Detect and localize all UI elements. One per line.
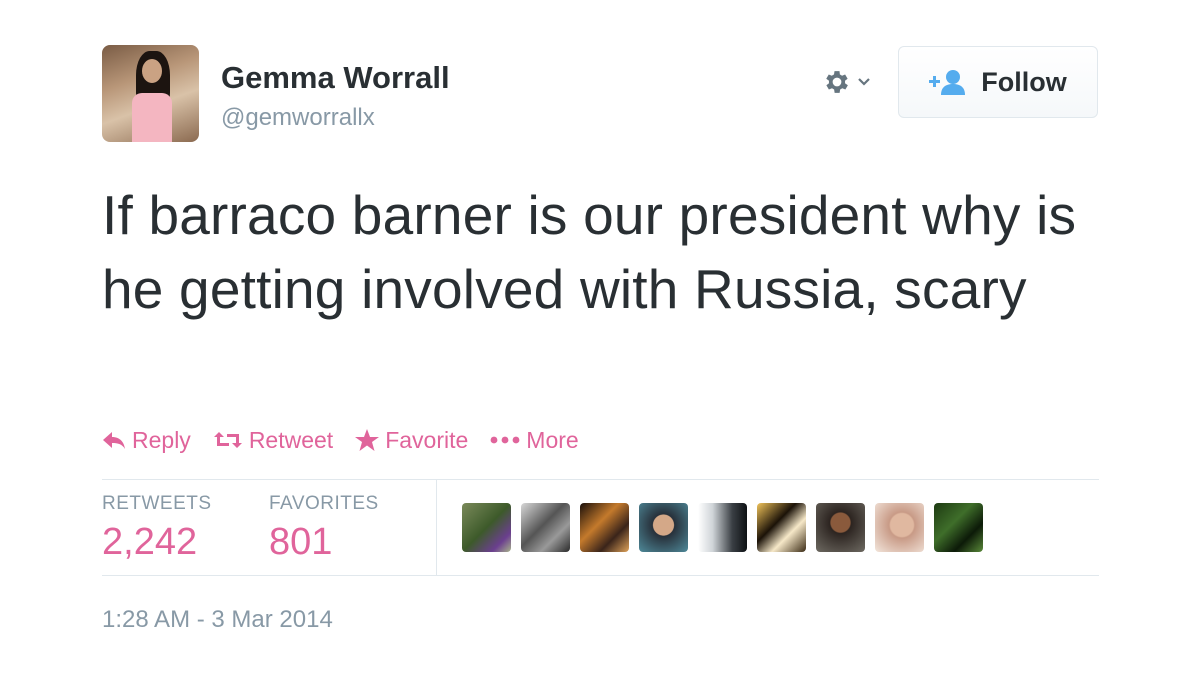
retweet-button[interactable]: Retweet [213, 427, 333, 454]
favorites-stat-label: FAVORITES [269, 493, 379, 514]
favorites-stat[interactable]: FAVORITES 801 [269, 493, 379, 564]
star-icon [355, 429, 380, 451]
retweets-stat[interactable]: RETWEETS 2,242 [102, 493, 212, 564]
gear-icon [826, 71, 848, 93]
user-handle[interactable]: @gemworrallx [221, 104, 375, 132]
tweet-actions: Reply Retweet Favorite More [102, 422, 601, 458]
favoriter-avatar[interactable] [521, 503, 570, 552]
reply-icon [103, 432, 125, 449]
favoriter-avatar[interactable] [462, 503, 511, 552]
retweet-icon [213, 432, 242, 448]
reply-label: Reply [132, 426, 191, 453]
tweet-text: If barraco barner is our president why i… [102, 184, 1077, 320]
reply-button[interactable]: Reply [102, 427, 191, 454]
favoriter-avatar[interactable] [816, 503, 865, 552]
stats-vertical-divider [436, 480, 437, 575]
more-label: More [526, 426, 579, 453]
user-actions-dropdown[interactable] [822, 64, 884, 100]
user-display-name[interactable]: Gemma Worrall [221, 60, 450, 96]
favorites-stat-value: 801 [269, 521, 333, 563]
more-button[interactable]: More [490, 426, 579, 454]
favoriter-avatar[interactable] [580, 503, 629, 552]
more-dots-icon [490, 436, 520, 444]
favorite-button[interactable]: Favorite [355, 427, 468, 454]
retweets-stat-label: RETWEETS [102, 493, 212, 514]
favorite-label: Favorite [385, 426, 469, 453]
user-avatar[interactable] [102, 45, 199, 142]
tweet-timestamp[interactable]: 1:28 AM - 3 Mar 2014 [102, 606, 333, 634]
favoriter-avatar[interactable] [934, 503, 983, 552]
retweets-stat-value: 2,242 [102, 521, 198, 563]
favoriter-avatar[interactable] [875, 503, 924, 552]
stats-bottom-divider [102, 575, 1099, 576]
add-user-icon [929, 70, 966, 95]
favoriter-avatar[interactable] [698, 503, 747, 552]
follow-button[interactable]: Follow [898, 46, 1098, 118]
favoriter-avatar[interactable] [757, 503, 806, 552]
avatar-dress [132, 93, 172, 142]
retweet-label: Retweet [248, 426, 334, 453]
stats-top-divider [102, 479, 1099, 480]
favoriter-avatar[interactable] [639, 503, 688, 552]
favoriters-avatars [462, 503, 983, 552]
chevron-down-icon [858, 78, 870, 86]
avatar-face [142, 59, 162, 83]
follow-button-label: Follow [981, 66, 1067, 97]
